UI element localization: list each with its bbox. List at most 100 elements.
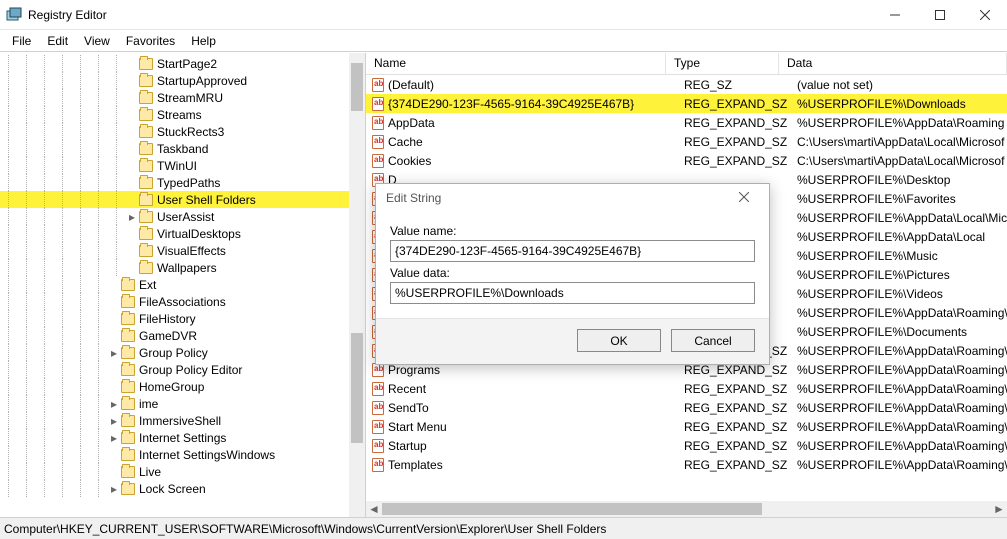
expander-icon[interactable] — [126, 109, 138, 121]
tree-item[interactable]: VirtualDesktops — [0, 225, 365, 242]
value-row[interactable]: RecentREG_EXPAND_SZ%USERPROFILE%\AppData… — [366, 379, 1007, 398]
scroll-left-icon[interactable]: ◄ — [366, 501, 382, 517]
expander-icon[interactable] — [108, 279, 120, 291]
tree-item[interactable]: FileAssociations — [0, 293, 365, 310]
tree-item-label: FileAssociations — [139, 295, 226, 309]
value-row[interactable]: StartupREG_EXPAND_SZ%USERPROFILE%\AppDat… — [366, 436, 1007, 455]
value-row[interactable]: SendToREG_EXPAND_SZ%USERPROFILE%\AppData… — [366, 398, 1007, 417]
expander-icon[interactable] — [108, 466, 120, 478]
scrollbar-thumb[interactable] — [382, 503, 762, 515]
menu-help[interactable]: Help — [183, 32, 224, 50]
expander-icon[interactable] — [108, 296, 120, 308]
menu-file[interactable]: File — [4, 32, 39, 50]
value-data: %USERPROFILE%\AppData\Roaming\M — [797, 458, 1007, 472]
folder-icon — [139, 262, 153, 274]
string-value-icon — [370, 77, 386, 93]
expander-icon[interactable] — [126, 228, 138, 240]
dialog-close-button[interactable] — [729, 191, 759, 205]
tree-item[interactable]: Wallpapers — [0, 259, 365, 276]
tree-item[interactable]: Group Policy Editor — [0, 361, 365, 378]
expander-icon[interactable] — [126, 92, 138, 104]
value-data: %USERPROFILE%\AppData\Roaming — [797, 116, 1007, 130]
value-row[interactable]: CacheREG_EXPAND_SZC:\Users\marti\AppData… — [366, 132, 1007, 151]
value-row[interactable]: (Default)REG_SZ(value not set) — [366, 75, 1007, 94]
value-data: C:\Users\marti\AppData\Local\Microsof — [797, 154, 1007, 168]
tree-item[interactable]: ▸Internet Settings — [0, 429, 365, 446]
expander-icon[interactable] — [126, 160, 138, 172]
tree-item[interactable]: Internet SettingsWindows — [0, 446, 365, 463]
tree-item[interactable]: ▸ImmersiveShell — [0, 412, 365, 429]
expander-icon[interactable] — [126, 245, 138, 257]
expander-icon[interactable] — [126, 126, 138, 138]
expander-icon[interactable]: ▸ — [108, 483, 120, 495]
expander-icon[interactable] — [126, 75, 138, 87]
expander-icon[interactable]: ▸ — [108, 415, 120, 427]
tree-item[interactable]: HomeGroup — [0, 378, 365, 395]
expander-icon[interactable]: ▸ — [108, 398, 120, 410]
tree-item[interactable]: Streams — [0, 106, 365, 123]
close-button[interactable] — [962, 0, 1007, 30]
expander-icon[interactable] — [108, 364, 120, 376]
tree-item[interactable]: VisualEffects — [0, 242, 365, 259]
tree-item[interactable]: TWinUI — [0, 157, 365, 174]
tree-item[interactable]: StartPage2 — [0, 55, 365, 72]
expander-icon[interactable] — [126, 262, 138, 274]
cancel-button[interactable]: Cancel — [671, 329, 755, 352]
value-type: REG_EXPAND_SZ — [684, 97, 797, 111]
expander-icon[interactable]: ▸ — [108, 432, 120, 444]
tree-item[interactable]: ▸Lock Screen — [0, 480, 365, 497]
minimize-button[interactable] — [872, 0, 917, 30]
value-data-input[interactable] — [390, 282, 755, 304]
string-value-icon — [370, 381, 386, 397]
folder-icon — [121, 347, 135, 359]
expander-icon[interactable] — [126, 194, 138, 206]
ok-button[interactable]: OK — [577, 329, 661, 352]
menu-edit[interactable]: Edit — [39, 32, 76, 50]
tree-item-label: GameDVR — [139, 329, 197, 343]
value-row[interactable]: {374DE290-123F-4565-9164-39C4925E467B}RE… — [366, 94, 1007, 113]
tree-item[interactable]: ▸Group Policy — [0, 344, 365, 361]
tree-item[interactable]: StuckRects3 — [0, 123, 365, 140]
column-header-type[interactable]: Type — [666, 53, 779, 74]
scrollbar-thumb[interactable] — [351, 63, 363, 111]
expander-icon[interactable] — [108, 330, 120, 342]
value-row[interactable]: AppDataREG_EXPAND_SZ%USERPROFILE%\AppDat… — [366, 113, 1007, 132]
value-data: %USERPROFILE%\Music — [797, 249, 1007, 263]
expander-icon[interactable] — [126, 143, 138, 155]
tree-scrollbar[interactable] — [349, 53, 365, 517]
value-row[interactable]: TemplatesREG_EXPAND_SZ%USERPROFILE%\AppD… — [366, 455, 1007, 474]
column-header-name[interactable]: Name — [366, 53, 666, 74]
maximize-button[interactable] — [917, 0, 962, 30]
expander-icon[interactable]: ▸ — [126, 211, 138, 223]
tree-item[interactable]: ▸UserAssist — [0, 208, 365, 225]
expander-icon[interactable] — [126, 177, 138, 189]
value-name: Startup — [388, 439, 684, 453]
tree-item[interactable]: ▸ime — [0, 395, 365, 412]
column-header-data[interactable]: Data — [779, 53, 1007, 74]
tree-item[interactable]: StreamMRU — [0, 89, 365, 106]
value-name: Cache — [388, 135, 684, 149]
expander-icon[interactable]: ▸ — [108, 347, 120, 359]
menu-view[interactable]: View — [76, 32, 118, 50]
tree-item[interactable]: FileHistory — [0, 310, 365, 327]
expander-icon[interactable] — [108, 381, 120, 393]
expander-icon[interactable] — [108, 313, 120, 325]
folder-icon — [139, 92, 153, 104]
tree-item[interactable]: GameDVR — [0, 327, 365, 344]
tree-item[interactable]: StartupApproved — [0, 72, 365, 89]
expander-icon[interactable] — [126, 58, 138, 70]
tree-pane: StartPage2StartupApprovedStreamMRUStream… — [0, 53, 366, 517]
menu-favorites[interactable]: Favorites — [118, 32, 183, 50]
scroll-right-icon[interactable]: ► — [991, 501, 1007, 517]
expander-icon[interactable] — [108, 449, 120, 461]
tree-item[interactable]: User Shell Folders — [0, 191, 365, 208]
tree-item[interactable]: Live — [0, 463, 365, 480]
value-row[interactable]: Start MenuREG_EXPAND_SZ%USERPROFILE%\App… — [366, 417, 1007, 436]
value-name-input[interactable] — [390, 240, 755, 262]
tree-item[interactable]: TypedPaths — [0, 174, 365, 191]
tree-item[interactable]: Ext — [0, 276, 365, 293]
scrollbar-thumb[interactable] — [351, 333, 363, 443]
horizontal-scrollbar[interactable]: ◄ ► — [366, 501, 1007, 517]
tree-item[interactable]: Taskband — [0, 140, 365, 157]
value-row[interactable]: CookiesREG_EXPAND_SZC:\Users\marti\AppDa… — [366, 151, 1007, 170]
